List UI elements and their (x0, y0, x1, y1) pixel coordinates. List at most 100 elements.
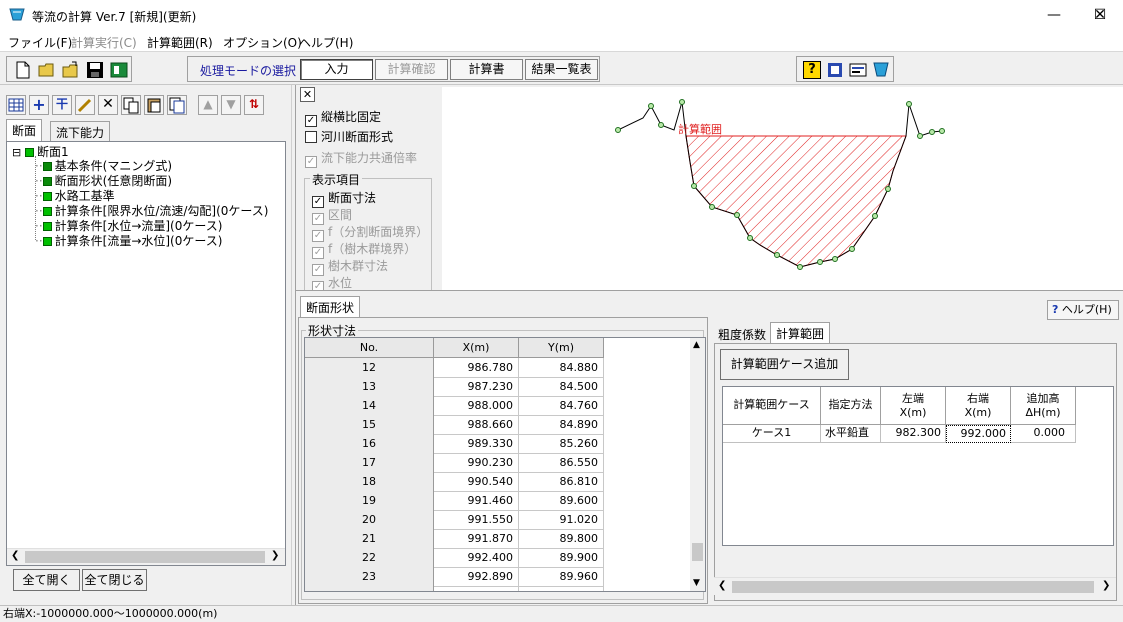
y-value-cell[interactable]: 89.960 (519, 567, 604, 587)
collapse-all-button[interactable]: 全て閉じる (82, 569, 147, 591)
tree-node[interactable]: ·· 計算条件[限界水位/流速/勾配](0ケース) (35, 204, 269, 219)
x-value-cell[interactable]: 988.000 (434, 396, 519, 416)
table-row[interactable]: 16 989.330 85.260 (305, 434, 605, 454)
add-icon[interactable]: + (29, 95, 49, 115)
y-value-cell[interactable] (519, 586, 604, 591)
row-number-cell[interactable]: 23 (305, 567, 434, 587)
scrollbar-thumb[interactable] (692, 543, 703, 561)
add-height-cell[interactable]: 0.000 (1011, 425, 1076, 443)
x-value-cell[interactable]: 992.890 (434, 567, 519, 587)
row-number-cell[interactable]: 22 (305, 548, 434, 568)
new-file-icon[interactable] (14, 61, 32, 79)
tree-root[interactable]: ⊟ 断面1 (12, 145, 69, 160)
y-value-cell[interactable]: 91.020 (519, 510, 604, 530)
duplicate-icon[interactable] (167, 95, 187, 115)
x-value-cell[interactable]: 991.550 (434, 510, 519, 530)
column-header-no[interactable]: No. (305, 338, 434, 358)
expand-all-button[interactable]: 全て開く (13, 569, 80, 591)
row-number-cell[interactable]: 24 (305, 586, 434, 591)
scroll-down-icon[interactable]: ▼ (693, 578, 700, 588)
mode-report-button[interactable]: 計算書 (450, 59, 523, 80)
open-recent-icon[interactable] (62, 61, 80, 79)
y-value-cell[interactable]: 89.600 (519, 491, 604, 511)
mode-check-button[interactable]: 計算確認 (375, 59, 448, 80)
display-water-level-checkbox[interactable]: ✓ 水位 (312, 274, 352, 290)
x-value-cell[interactable] (434, 586, 519, 591)
row-number-cell[interactable]: 20 (305, 510, 434, 530)
tree-node[interactable]: ·· 基本条件(マニング式) (35, 159, 172, 174)
splitter-horizontal[interactable] (296, 290, 1123, 294)
grid-vertical-scrollbar[interactable]: ▲ ▼ (690, 338, 705, 591)
row-number-cell[interactable]: 12 (305, 358, 434, 378)
table-row[interactable]: 15 988.660 84.890 (305, 415, 605, 435)
x-value-cell[interactable]: 991.870 (434, 529, 519, 549)
left-x-cell[interactable]: 982.300 (881, 425, 946, 443)
open-folder-icon[interactable] (38, 61, 56, 79)
y-value-cell[interactable]: 86.550 (519, 453, 604, 473)
tab-flow-capacity[interactable]: 流下能力 (50, 121, 111, 141)
edit-pencil-icon[interactable] (75, 95, 95, 115)
table-view-icon[interactable] (6, 95, 26, 115)
scrollbar-thumb[interactable] (732, 581, 1094, 593)
fix-ratio-checkbox[interactable]: ✓ 縦横比固定 (305, 108, 381, 127)
add-calc-range-case-button[interactable]: 計算範囲ケース追加 (720, 349, 849, 380)
mode-input-button[interactable]: 入力 (300, 59, 373, 80)
y-value-cell[interactable]: 84.890 (519, 415, 604, 435)
row-number-cell[interactable]: 16 (305, 434, 434, 454)
scrollbar-thumb[interactable] (25, 551, 265, 563)
move-down-icon[interactable]: ▼ (221, 95, 241, 115)
delete-icon[interactable]: ✕ (98, 95, 118, 115)
right-x-cell[interactable]: 992.000 (946, 425, 1011, 443)
x-value-cell[interactable]: 990.540 (434, 472, 519, 492)
menu-calc-range[interactable]: 計算範囲(R) (147, 34, 213, 51)
copy-icon[interactable] (121, 95, 141, 115)
minimize-button[interactable]: — (1031, 0, 1077, 31)
row-number-cell[interactable]: 21 (305, 529, 434, 549)
table-row[interactable]: 12 986.780 84.880 (305, 358, 605, 378)
x-value-cell[interactable]: 989.330 (434, 434, 519, 454)
scroll-up-icon[interactable]: ▲ (693, 340, 700, 350)
tab-section-shape[interactable]: 断面形状 (300, 296, 361, 317)
method-cell[interactable]: 水平鉛直 (821, 425, 881, 443)
export-icon[interactable] (110, 61, 128, 79)
scroll-left-icon[interactable]: ❮ (718, 580, 726, 591)
table-row[interactable]: 13 987.230 84.500 (305, 377, 605, 397)
column-header-case[interactable]: 計算範囲ケース (723, 387, 821, 425)
scroll-right-icon[interactable]: ❯ (1102, 580, 1110, 591)
scroll-left-icon[interactable]: ❮ (11, 550, 19, 561)
common-rate-checkbox[interactable]: ✓ 流下能力共通倍率 (305, 149, 417, 168)
menu-calc-run[interactable]: 計算実行(C) (71, 34, 137, 51)
x-value-cell[interactable]: 987.230 (434, 377, 519, 397)
tab-calc-range[interactable]: 計算範囲 (770, 322, 831, 344)
column-header-method[interactable]: 指定方法 (821, 387, 881, 425)
splitter-vertical[interactable] (291, 85, 296, 605)
y-value-cell[interactable]: 84.500 (519, 377, 604, 397)
table-row[interactable]: 18 990.540 86.810 (305, 472, 605, 492)
close-button[interactable]: ✕ (1077, 0, 1123, 31)
table-row[interactable]: 24 (305, 586, 605, 591)
y-value-cell[interactable]: 84.760 (519, 396, 604, 416)
case-cell[interactable]: ケース1 (723, 425, 821, 443)
move-up-icon[interactable]: ▲ (198, 95, 218, 115)
tab-section[interactable]: 断面 (6, 119, 43, 142)
about-icon[interactable] (849, 61, 867, 79)
column-header-y[interactable]: Y(m) (519, 338, 604, 358)
manual-icon[interactable] (826, 61, 844, 79)
x-value-cell[interactable]: 992.400 (434, 548, 519, 568)
menu-options[interactable]: オプション(O) (223, 34, 302, 51)
y-value-cell[interactable]: 85.260 (519, 434, 604, 454)
help-button[interactable]: ? ヘルプ(H) (1047, 300, 1119, 320)
swap-icon[interactable]: ⇅ (244, 95, 264, 115)
column-header-x[interactable]: X(m) (434, 338, 519, 358)
tree-horizontal-scrollbar[interactable]: ❮ ❯ (7, 548, 285, 565)
tree-node[interactable]: ·· 水路工基準 (35, 189, 115, 204)
table-row[interactable]: 23 992.890 89.960 (305, 567, 605, 587)
table-row[interactable]: 21 991.870 89.800 (305, 529, 605, 549)
help-icon[interactable]: ? (803, 61, 821, 79)
tab-roughness[interactable]: 粗度係数 (714, 325, 770, 343)
y-value-cell[interactable]: 86.810 (519, 472, 604, 492)
y-value-cell[interactable]: 84.880 (519, 358, 604, 378)
y-value-cell[interactable]: 89.900 (519, 548, 604, 568)
mode-result-list-button[interactable]: 結果一覧表 (525, 59, 598, 80)
tree-node[interactable]: ·· 断面形状(任意閉断面) (35, 174, 172, 189)
